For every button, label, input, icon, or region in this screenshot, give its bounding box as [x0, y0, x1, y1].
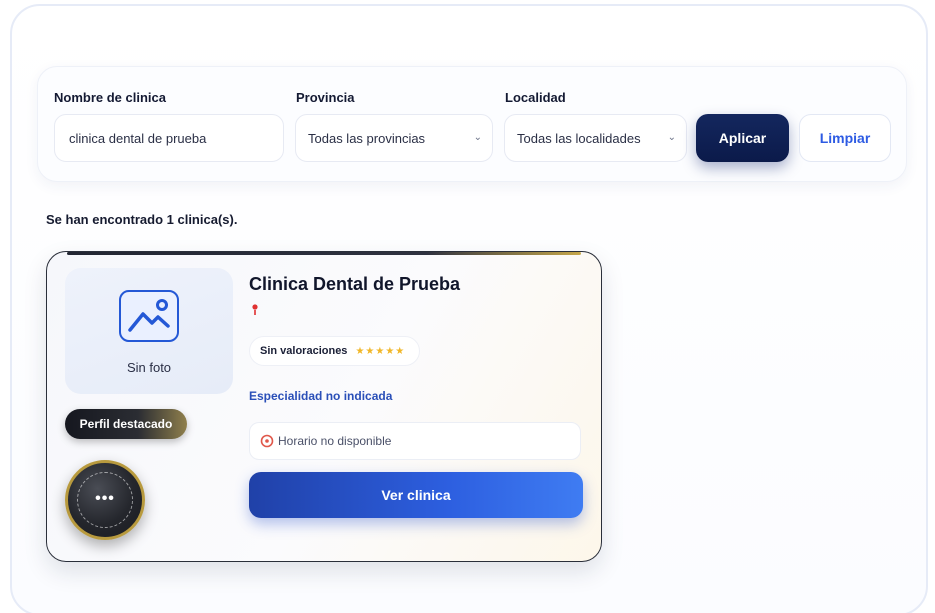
hours-text: Horario no disponible — [278, 434, 392, 448]
results-count: Se han encontrado 1 clinica(s). — [46, 212, 238, 227]
image-icon — [119, 290, 179, 342]
clinic-name-input[interactable] — [54, 114, 284, 162]
clear-button[interactable]: Limpiar — [799, 114, 891, 162]
clinic-title: Clinica Dental de Prueba — [249, 274, 461, 294]
chevron-down-icon: ⌄ — [667, 132, 676, 143]
clinic-name-label: Nombre de clinica — [54, 90, 166, 105]
stars-icon: ★★★★★ — [355, 345, 406, 357]
clock-icon — [260, 434, 274, 448]
more-dots-icon: ••• — [95, 490, 115, 507]
location-pin-icon — [252, 304, 258, 315]
clinic-card: Sin foto Perfil destacado ••• Clinica De… — [46, 251, 602, 562]
more-menu-button[interactable]: ••• — [65, 460, 145, 540]
hours-box: Horario no disponible — [249, 422, 581, 460]
specialty-link[interactable]: Especialidad no indicada — [249, 389, 392, 403]
apply-button[interactable]: Aplicar — [696, 114, 789, 162]
rating-pill: Sin valoraciones ★★★★★ — [249, 336, 421, 366]
locality-label: Localidad — [505, 90, 566, 105]
chevron-down-icon: ⌄ — [473, 132, 482, 143]
locality-select-value: Todas las localidades — [517, 130, 641, 146]
locality-select[interactable]: Todas las localidades ⌄ — [504, 114, 687, 162]
view-clinic-button[interactable]: Ver clinica — [249, 472, 583, 518]
province-select-value: Todas las provincias — [308, 130, 426, 146]
photo-placeholder: Sin foto — [65, 268, 233, 394]
no-photo-label: Sin foto — [126, 360, 172, 375]
rating-label: Sin valoraciones — [260, 345, 348, 357]
province-label: Provincia — [296, 90, 355, 105]
card-top-accent — [67, 252, 581, 255]
province-select[interactable]: Todas las provincias ⌄ — [295, 114, 493, 162]
featured-badge: Perfil destacado — [65, 409, 187, 439]
